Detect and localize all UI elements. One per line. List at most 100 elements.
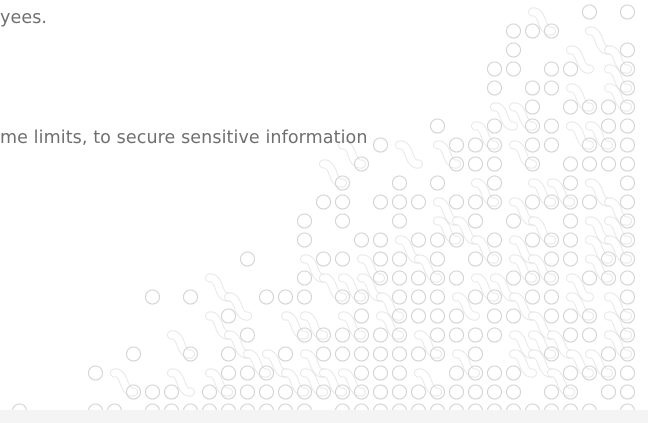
pattern-circle xyxy=(524,23,541,39)
pattern-circle xyxy=(524,80,541,96)
pattern-circle xyxy=(505,308,522,324)
pattern-link-inner xyxy=(472,236,498,263)
pattern-circle xyxy=(182,289,199,305)
pattern-link-inner xyxy=(472,122,498,149)
pattern-circle xyxy=(448,137,465,153)
pattern-circle xyxy=(505,270,522,286)
pattern-circle xyxy=(296,232,313,248)
pattern-circle xyxy=(486,327,503,343)
pattern-circle xyxy=(372,327,389,343)
pattern-circle xyxy=(239,384,256,400)
pattern-circle xyxy=(562,156,579,172)
pattern-circle xyxy=(486,80,503,96)
pattern-circle xyxy=(543,61,560,77)
pattern-circle xyxy=(429,118,446,134)
pattern-circle xyxy=(543,289,560,305)
pattern-link-inner xyxy=(396,141,422,168)
pattern-circle xyxy=(410,232,427,248)
pattern-circle xyxy=(619,156,636,172)
pattern-circle xyxy=(296,289,313,305)
pattern-circle xyxy=(277,289,294,305)
pattern-circle xyxy=(486,175,503,191)
pattern-circle xyxy=(163,384,180,400)
pattern-circle xyxy=(467,384,484,400)
pattern-link-inner xyxy=(168,369,194,396)
pattern-circle xyxy=(619,194,636,210)
pattern-circle xyxy=(277,384,294,400)
pattern-circle xyxy=(391,251,408,267)
pattern-link-inner xyxy=(529,217,555,244)
pattern-circle xyxy=(239,251,256,267)
pattern-circle xyxy=(353,346,370,362)
pattern-circle xyxy=(467,289,484,305)
pattern-circle xyxy=(619,137,636,153)
pattern-circle xyxy=(562,213,579,229)
pattern-circle xyxy=(619,175,636,191)
pattern-circle xyxy=(543,137,560,153)
pattern-circle xyxy=(467,213,484,229)
pattern-circle xyxy=(372,194,389,210)
pattern-circle xyxy=(467,137,484,153)
pattern-link-inner xyxy=(567,46,593,73)
pattern-link-inner xyxy=(206,369,232,396)
pattern-circle xyxy=(581,270,598,286)
pattern-link-inner xyxy=(339,312,365,339)
pattern-circle xyxy=(581,327,598,343)
pattern-circle xyxy=(562,251,579,267)
pattern-circle xyxy=(258,384,275,400)
pattern-link-inner xyxy=(434,141,460,168)
pattern-circle xyxy=(277,346,294,362)
pattern-circle xyxy=(410,289,427,305)
pattern-circle xyxy=(429,308,446,324)
pattern-circle xyxy=(619,365,636,381)
pattern-circle xyxy=(334,213,351,229)
pattern-circle xyxy=(619,384,636,400)
pattern-circle xyxy=(334,327,351,343)
pattern-circle xyxy=(372,232,389,248)
pattern-circle xyxy=(391,213,408,229)
pattern-circle xyxy=(524,194,541,210)
pattern-circle xyxy=(334,251,351,267)
pattern-circle xyxy=(562,175,579,191)
pattern-circle xyxy=(448,270,465,286)
pattern-link-inner xyxy=(510,141,536,168)
pattern-link-inner xyxy=(415,331,441,358)
pattern-circle xyxy=(505,61,522,77)
pattern-circle xyxy=(467,156,484,172)
pattern-circle xyxy=(448,384,465,400)
pattern-circle xyxy=(372,251,389,267)
pattern-circle xyxy=(562,308,579,324)
pattern-circle xyxy=(315,346,332,362)
pattern-link-inner xyxy=(548,369,574,396)
pattern-circle xyxy=(372,137,389,153)
pattern-circle xyxy=(543,384,560,400)
pattern-circle xyxy=(353,365,370,381)
pattern-circle xyxy=(410,346,427,362)
pattern-circle xyxy=(448,365,465,381)
pattern-link-inner xyxy=(453,293,479,320)
pattern-circle xyxy=(353,232,370,248)
pattern-circle xyxy=(600,156,617,172)
pattern-circle xyxy=(505,213,522,229)
pattern-circle xyxy=(505,365,522,381)
pattern-circle xyxy=(543,251,560,267)
pattern-circle xyxy=(486,308,503,324)
pattern-circle xyxy=(391,289,408,305)
pattern-circle xyxy=(315,194,332,210)
pattern-circle xyxy=(524,137,541,153)
pattern-circle xyxy=(562,99,579,115)
pattern-link-inner xyxy=(415,369,441,396)
pattern-circle xyxy=(467,194,484,210)
pattern-circle xyxy=(562,232,579,248)
pattern-circle xyxy=(505,42,522,58)
pattern-circle xyxy=(239,365,256,381)
pattern-circle xyxy=(467,327,484,343)
pattern-circle xyxy=(429,175,446,191)
pattern-link-inner xyxy=(529,8,555,35)
page-background: yees. me limits, to secure sensitive inf… xyxy=(0,0,648,423)
footer-band xyxy=(0,410,648,423)
pattern-circle xyxy=(619,4,636,20)
pattern-link-inner xyxy=(472,179,498,206)
pattern-circle xyxy=(600,99,617,115)
pattern-circle xyxy=(391,194,408,210)
